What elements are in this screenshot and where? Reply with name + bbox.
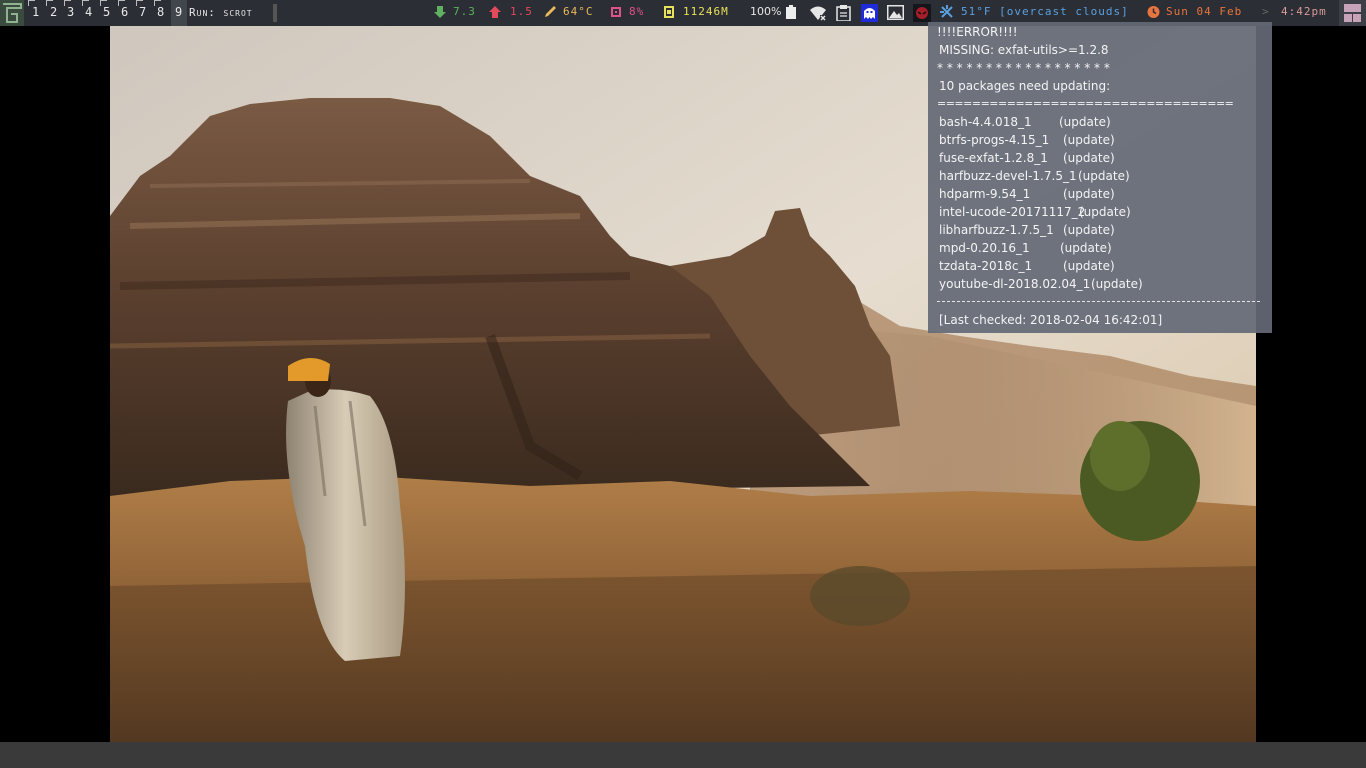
package-status: (update) (1063, 259, 1115, 273)
package-name: youtube-dl-2018.02.04_1 (939, 277, 1091, 291)
memory-usage: 11246M (683, 5, 729, 18)
avatar-icon[interactable] (913, 4, 931, 22)
package-status: (update) (1079, 205, 1131, 219)
upload-speed: 1.5 (510, 5, 533, 18)
package-status: (update) (1060, 241, 1112, 255)
arrow-up-icon (489, 6, 501, 18)
update-summary: 10 packages need updating: (939, 79, 1111, 93)
cpu-icon (611, 7, 621, 17)
date-display: Sun 04 Feb (1166, 5, 1243, 18)
battery-percent: 100% (750, 5, 782, 18)
date-time-separator: > (1262, 5, 1270, 18)
package-name: bash-4.4.018_1 (939, 115, 1032, 129)
package-update-notification[interactable]: !!!!ERROR!!!! MISSING: exfat-utils>=1.2.… (928, 22, 1272, 333)
layout-indicator-icon[interactable] (1339, 0, 1366, 26)
time-display: 4:42pm (1281, 5, 1327, 18)
arrow-down-icon (434, 6, 446, 18)
package-status: (update) (1059, 115, 1111, 129)
workspace-4[interactable]: 4 (85, 5, 93, 19)
download-speed: 7.3 (453, 5, 476, 18)
workspace-3[interactable]: 3 (67, 5, 75, 19)
package-status: (update) (1063, 151, 1115, 165)
package-status: (update) (1063, 187, 1115, 201)
package-name: fuse-exfat-1.2.8_1 (939, 151, 1048, 165)
stars-separator: * * * * * * * * * * * * * * * * * * (937, 61, 1110, 75)
ghost-icon[interactable] (861, 4, 878, 22)
cpu-usage: 8% (629, 5, 645, 18)
run-command-label[interactable]: Run: scrot (189, 6, 253, 19)
workspace-2[interactable]: 2 (50, 5, 58, 19)
package-name: harfbuzz-devel-1.7.5_1 (939, 169, 1077, 183)
weather-status[interactable]: 51°F [overcast clouds] (961, 5, 1129, 18)
launcher-logo-icon[interactable] (0, 0, 24, 26)
rule-separator: ================================== (937, 97, 1234, 110)
weather-icon (940, 5, 953, 18)
package-name: tzdata-2018c_1 (939, 259, 1033, 273)
image-icon[interactable] (887, 5, 904, 20)
error-title: !!!!ERROR!!!! (937, 25, 1018, 39)
workspace-1[interactable]: 1 (32, 5, 40, 19)
dashed-divider (937, 301, 1260, 302)
clipboard-icon[interactable] (836, 5, 851, 21)
package-name: mpd-0.20.16_1 (939, 241, 1030, 255)
memory-icon (664, 6, 674, 18)
package-status: (update) (1078, 169, 1130, 183)
package-name: libharfbuzz-1.7.5_1 (939, 223, 1054, 237)
package-status: (update) (1063, 133, 1115, 147)
package-status: (update) (1091, 277, 1143, 291)
last-checked: [Last checked: 2018-02-04 16:42:01] (939, 313, 1163, 327)
package-status: (update) (1063, 223, 1115, 237)
package-name: hdparm-9.54_1 (939, 187, 1031, 201)
workspace-5[interactable]: 5 (103, 5, 111, 19)
battery-icon (786, 5, 796, 19)
cpu-temperature: 64°C (563, 5, 594, 18)
workspace-9[interactable]: 9 (175, 5, 183, 19)
clock-icon (1147, 6, 1160, 18)
run-cursor (273, 4, 277, 22)
thermometer-icon (545, 6, 556, 17)
workspace-6[interactable]: 6 (121, 5, 129, 19)
package-name: btrfs-progs-4.15_1 (939, 133, 1050, 147)
workspace-7[interactable]: 7 (139, 5, 147, 19)
bottom-panel (0, 742, 1366, 768)
wifi-icon[interactable] (809, 5, 827, 21)
package-name: intel-ucode-20171117_2 (939, 205, 1086, 219)
missing-dependency: MISSING: exfat-utils>=1.2.8 (939, 43, 1109, 57)
workspace-8[interactable]: 8 (157, 5, 165, 19)
